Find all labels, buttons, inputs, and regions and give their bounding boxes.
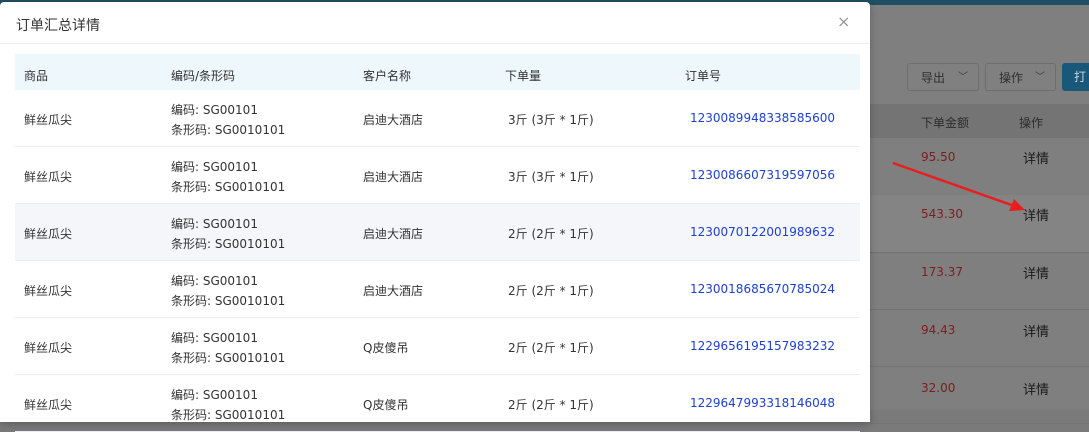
order-quantity: 3斤 (3斤 * 1斤) [508,113,594,127]
product-code: 编码: SG00101 [171,103,258,117]
product-code: 编码: SG00101 [171,331,258,345]
modal-title: 订单汇总详情 [16,18,100,34]
action-dropdown-button[interactable]: 操作 ﹀ [985,63,1056,91]
customer-name: Q皮傻吊 [363,398,409,412]
product-barcode: 条形码: SG0010101 [171,294,286,308]
column-header-action: 操作 [1019,116,1044,130]
annotation-arrow-icon [892,161,1025,211]
chevron-down-icon: ﹀ [958,72,968,83]
order-quantity: 3斤 (3斤 * 1斤) [508,170,594,184]
product-code: 编码: SG00101 [171,160,258,174]
column-header-amount: 下单金额 [921,116,970,130]
table-header: 商品 编码/条形码 客户名称 下单量 订单号 [15,54,860,90]
order-quantity: 2斤 (2斤 * 1斤) [508,284,594,298]
customer-name: 启迪大酒店 [363,227,424,241]
customer-name: 启迪大酒店 [363,284,424,298]
product-code: 编码: SG00101 [171,388,258,402]
order-number-link[interactable]: 1229656195157983232 [690,339,835,353]
order-number-link[interactable]: 1230086607319597056 [690,168,835,182]
background-table-row [870,252,1089,310]
order-amount: 94.43 [921,323,956,337]
goods-name: 鲜丝瓜尖 [24,341,73,355]
column-header-quantity: 下单量 [505,69,542,83]
order-amount: 173.37 [921,265,963,279]
background-table-header [870,104,1089,138]
action-button-label: 操作 [999,71,1024,85]
detail-link[interactable]: 详情 [1023,379,1049,398]
order-amount: 32.00 [921,381,956,395]
order-number-link[interactable]: 1229647993318146048 [690,396,835,410]
order-quantity: 2斤 (2斤 * 1斤) [508,227,594,241]
table-row: 鲜丝瓜尖 编码: SG00101 条形码: SG0010101 启迪大酒店 2斤… [15,261,860,318]
order-quantity: 2斤 (2斤 * 1斤) [508,341,594,355]
product-barcode: 条形码: SG0010101 [171,123,286,137]
goods-name: 鲜丝瓜尖 [24,398,73,412]
goods-name: 鲜丝瓜尖 [24,227,73,241]
column-header-customer: 客户名称 [363,69,412,83]
column-header-code: 编码/条形码 [171,69,236,83]
background-table-row [870,366,1089,424]
product-barcode: 条形码: SG0010101 [171,351,286,365]
order-number-link[interactable]: 1230089948338585600 [690,111,835,125]
goods-name: 鲜丝瓜尖 [24,284,73,298]
goods-name: 鲜丝瓜尖 [24,170,73,184]
background-table-row [870,309,1089,367]
detail-link[interactable]: 详情 [1023,263,1049,282]
product-barcode: 条形码: SG0010101 [171,237,286,251]
detail-link[interactable]: 详情 [1023,321,1049,340]
modal-header: 订单汇总详情 × [0,2,870,44]
goods-name: 鲜丝瓜尖 [24,113,73,127]
order-quantity: 2斤 (2斤 * 1斤) [508,398,594,412]
export-button-label: 导出 [921,71,946,85]
table-row: 鲜丝瓜尖 编码: SG00101 条形码: SG0010101 启迪大酒店 2斤… [15,204,860,261]
print-button-label: 打 [1074,70,1087,84]
product-code: 编码: SG00101 [171,217,258,231]
chevron-down-icon: ﹀ [1035,72,1045,83]
order-number-link[interactable]: 1230018685670785024 [690,282,835,296]
table-row: 鲜丝瓜尖 编码: SG00101 条形码: SG0010101 启迪大酒店 3斤… [15,147,860,204]
print-button[interactable]: 打 [1062,63,1089,91]
close-icon[interactable]: × [837,13,850,31]
product-barcode: 条形码: SG0010101 [171,408,286,422]
product-code: 编码: SG00101 [171,274,258,288]
order-number-link[interactable]: 1230070122001989632 [690,225,835,239]
table-row: 鲜丝瓜尖 编码: SG00101 条形码: SG0010101 Q皮傻吊 2斤 … [15,318,860,375]
order-summary-modal: 订单汇总详情 × 商品 编码/条形码 客户名称 下单量 订单号 鲜丝瓜尖 编码:… [0,2,870,432]
table-row: 鲜丝瓜尖 编码: SG00101 条形码: SG0010101 启迪大酒店 3斤… [15,90,860,147]
customer-name: 启迪大酒店 [363,170,424,184]
table-row: 鲜丝瓜尖 编码: SG00101 条形码: SG0010101 Q皮傻吊 2斤 … [15,375,860,432]
column-header-order-no: 订单号 [685,69,722,83]
customer-name: Q皮傻吊 [363,341,409,355]
customer-name: 启迪大酒店 [363,113,424,127]
product-barcode: 条形码: SG0010101 [171,180,286,194]
column-header-goods: 商品 [24,69,49,83]
export-button[interactable]: 导出 ﹀ [907,63,979,91]
order-table: 商品 编码/条形码 客户名称 下单量 订单号 鲜丝瓜尖 编码: SG00101 … [15,54,860,432]
